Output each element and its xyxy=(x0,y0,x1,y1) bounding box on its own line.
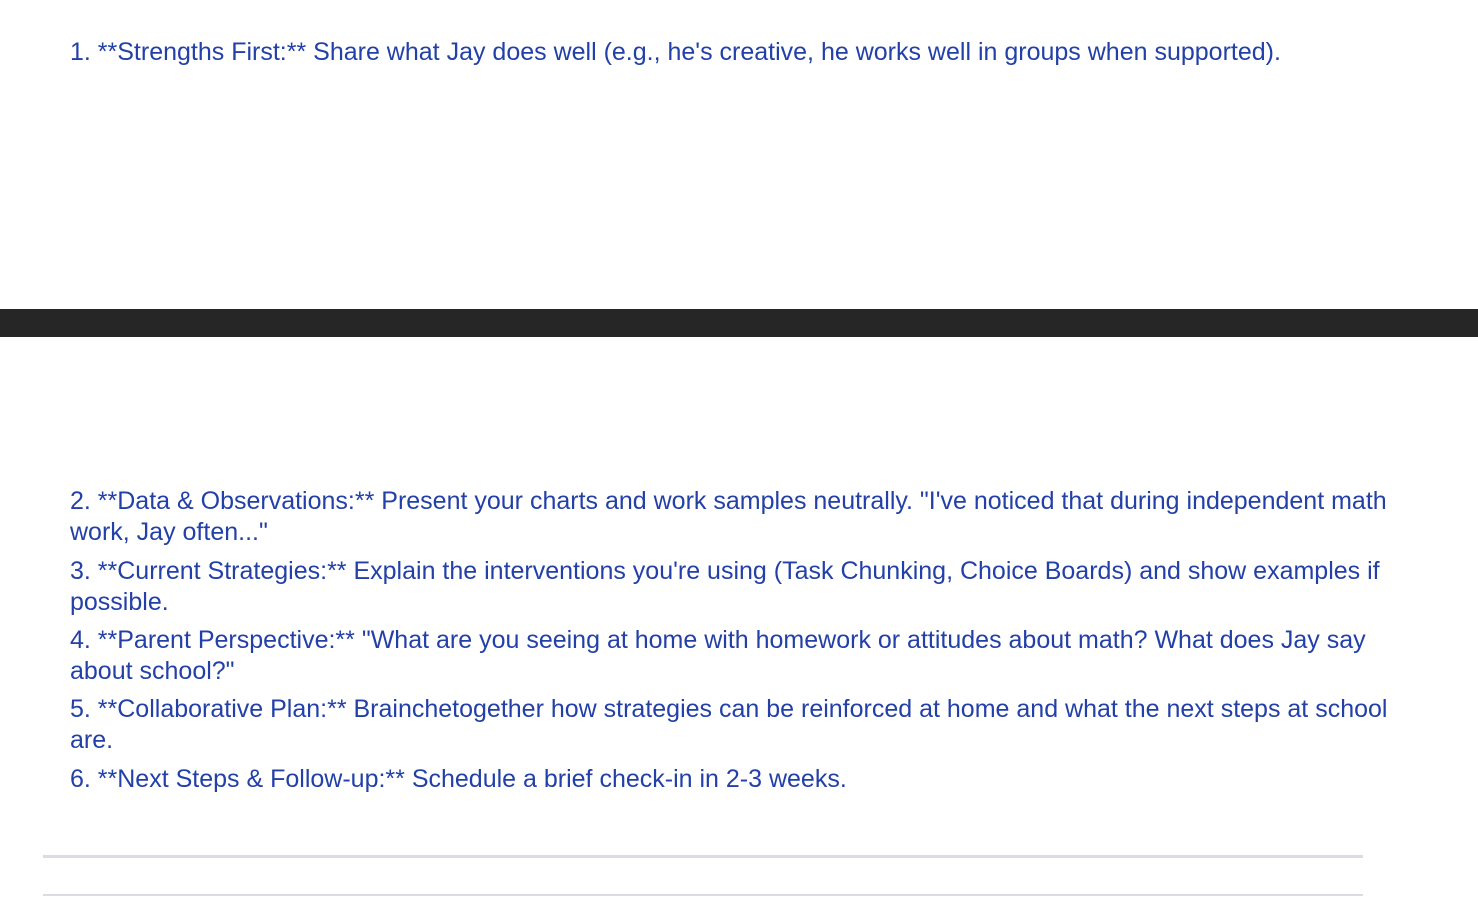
list-item-data-observations: 2. **Data & Observations:** Present your… xyxy=(70,487,1387,546)
horizontal-rule xyxy=(43,855,1363,858)
upper-document-region: 1. **Strengths First:** Share what Jay d… xyxy=(0,0,1478,309)
section-divider-bar xyxy=(0,309,1478,337)
list-item-current-strategies: 3. **Current Strategies:** Explain the i… xyxy=(70,557,1380,616)
list-item-strengths-first: 1. **Strengths First:** Share what Jay d… xyxy=(70,38,1281,66)
list-item-collaborative-plan: 5. **Collaborative Plan:** Brainchetoget… xyxy=(70,695,1388,754)
list-item-parent-perspective: 4. **Parent Perspective:** "What are you… xyxy=(70,626,1366,685)
list-item-next-steps: 6. **Next Steps & Follow-up:** Schedule … xyxy=(70,765,847,793)
horizontal-rule xyxy=(43,894,1363,896)
